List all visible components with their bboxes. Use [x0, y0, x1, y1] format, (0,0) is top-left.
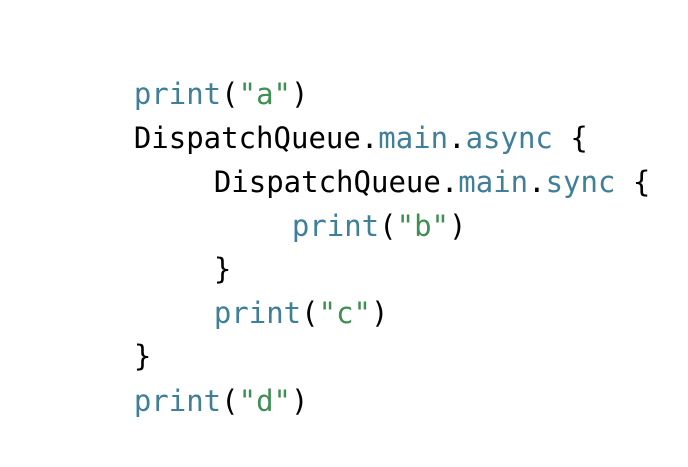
token-string: "c": [318, 296, 372, 330]
token-punctuation: (: [379, 209, 397, 243]
token-punctuation: .: [528, 165, 546, 199]
token-brace: {: [615, 165, 651, 199]
code-line-7: }: [64, 290, 151, 373]
token-property: main: [458, 165, 529, 199]
code-line-8: print("d"): [64, 335, 309, 418]
token-punctuation: ): [291, 384, 309, 418]
token-punctuation: (: [301, 296, 319, 330]
token-function: sync: [545, 165, 616, 199]
code-line-1: print("a"): [64, 28, 309, 111]
token-punctuation: ): [449, 209, 467, 243]
code-line-4: print("b"): [222, 160, 467, 243]
token-string: "d": [238, 384, 292, 418]
code-line-6: print("c"): [144, 247, 389, 330]
code-line-2: DispatchQueue.main.async {: [64, 72, 588, 155]
code-line-5: }: [144, 203, 231, 286]
token-function: print: [213, 296, 302, 330]
token-function: print: [133, 384, 222, 418]
code-editor: print("a") DispatchQueue.main.async { Di…: [0, 0, 688, 418]
token-function: print: [291, 209, 380, 243]
token-punctuation: (: [221, 384, 239, 418]
code-line-3: DispatchQueue.main.sync {: [144, 116, 651, 199]
token-punctuation: ): [371, 296, 389, 330]
token-string: "b": [396, 209, 450, 243]
